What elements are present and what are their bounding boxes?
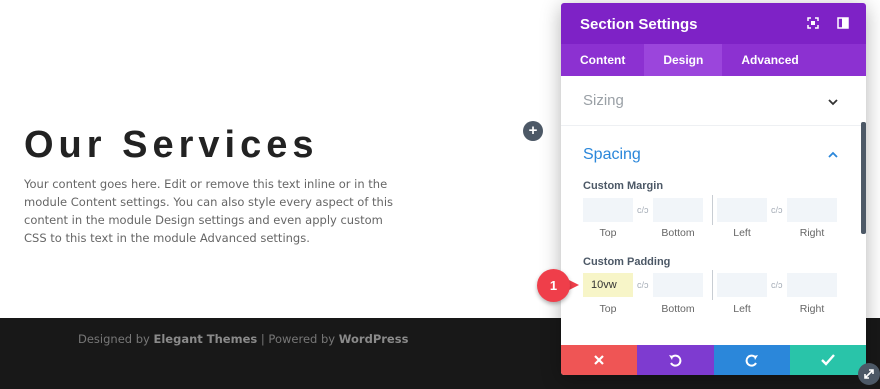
padding-bottom-input[interactable]	[653, 273, 703, 297]
page: Our Services Your content goes here. Edi…	[0, 0, 880, 389]
sizing-label: Sizing	[583, 92, 624, 109]
expand-icon[interactable]	[806, 16, 820, 30]
tab-bar: Content Design Advanced	[561, 44, 866, 76]
divider	[712, 195, 713, 225]
link-icon[interactable]: c/ɔ	[771, 280, 783, 290]
tab-content[interactable]: Content	[561, 44, 644, 76]
save-button[interactable]	[789, 345, 866, 375]
margin-right-label: Right	[799, 227, 825, 239]
link-icon[interactable]: c/ɔ	[637, 205, 649, 215]
margin-top-input[interactable]	[583, 198, 633, 222]
cancel-button[interactable]	[561, 345, 638, 375]
custom-padding-label: Custom Padding	[583, 256, 671, 268]
panel-body[interactable]: Sizing Spacing Custom Margin c/ɔ c/ɔ Top…	[561, 76, 866, 344]
resize-icon	[864, 369, 874, 379]
margin-bottom-label: Bottom	[661, 227, 695, 239]
spacing-label[interactable]: Spacing	[583, 146, 641, 164]
footer-prefix: Designed by	[78, 332, 154, 346]
footer-mid: | Powered by	[257, 332, 339, 346]
chevron-down-icon	[828, 99, 838, 106]
footer-link-wordpress[interactable]: WordPress	[339, 332, 409, 346]
padding-right-input[interactable]	[787, 273, 837, 297]
margin-left-input[interactable]	[717, 198, 767, 222]
padding-top-label: Top	[599, 303, 617, 315]
chevron-up-icon[interactable]	[828, 150, 838, 160]
margin-right-input[interactable]	[787, 198, 837, 222]
undo-icon	[669, 354, 682, 367]
padding-left-input[interactable]	[717, 273, 767, 297]
panel-footer	[561, 345, 866, 375]
sidebar-toggle-icon[interactable]	[836, 16, 850, 30]
padding-right-label: Right	[799, 303, 825, 315]
annotation-badge: 1	[537, 269, 570, 302]
tab-design[interactable]: Design	[644, 44, 723, 76]
scrollbar[interactable]	[861, 122, 866, 234]
section-settings-panel: Section Settings Content Design Advanced…	[561, 3, 866, 375]
margin-top-label: Top	[599, 227, 617, 239]
padding-bottom-label: Bottom	[661, 303, 695, 315]
link-icon[interactable]: c/ɔ	[637, 280, 649, 290]
link-icon[interactable]: c/ɔ	[771, 205, 783, 215]
panel-header[interactable]: Section Settings	[561, 3, 866, 44]
margin-bottom-input[interactable]	[653, 198, 703, 222]
divider	[712, 270, 713, 300]
padding-left-label: Left	[733, 303, 751, 315]
add-module-button[interactable]: +	[523, 121, 543, 141]
custom-margin-label: Custom Margin	[583, 180, 664, 192]
redo-icon	[745, 354, 758, 367]
panel-title: Section Settings	[580, 16, 698, 33]
close-icon	[594, 355, 604, 365]
check-icon	[821, 354, 835, 366]
margin-left-label: Left	[733, 227, 751, 239]
tab-advanced[interactable]: Advanced	[722, 44, 817, 76]
resize-handle[interactable]	[858, 363, 880, 385]
footer-credits: Designed by Elegant Themes | Powered by …	[78, 332, 408, 346]
footer-link-elegant-themes[interactable]: Elegant Themes	[154, 332, 258, 346]
padding-top-input[interactable]: 10vw	[583, 273, 633, 297]
redo-button[interactable]	[713, 345, 790, 375]
sizing-toggle[interactable]: Sizing	[561, 76, 866, 126]
body-text: Your content goes here. Edit or remove t…	[24, 177, 394, 245]
undo-button[interactable]	[637, 345, 714, 375]
page-heading: Our Services	[24, 124, 319, 166]
